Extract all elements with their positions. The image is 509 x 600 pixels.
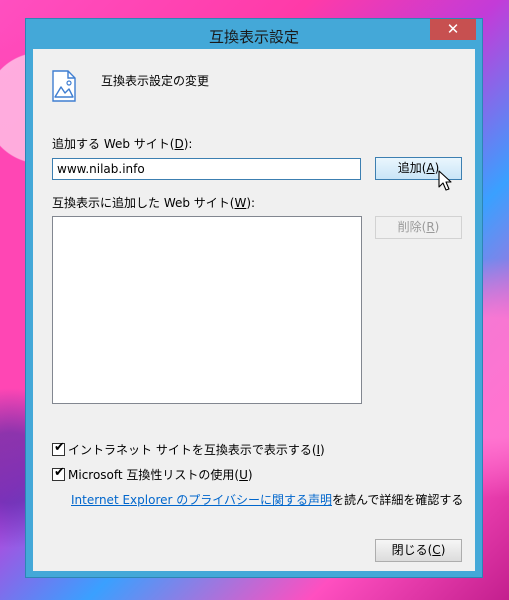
added-sites-label: 互換表示に追加した Web サイト(W):: [52, 196, 256, 210]
title-bar[interactable]: 互換表示設定 ✕: [26, 19, 482, 49]
close-button[interactable]: 閉じる(C): [375, 539, 462, 562]
privacy-link[interactable]: Internet Explorer のプライバシーに関する声明: [71, 493, 332, 507]
added-sites-list[interactable]: [52, 216, 362, 404]
intranet-checkbox-label: イントラネット サイトを互換表示で表示する(I): [68, 443, 325, 457]
privacy-suffix: を読んで詳細を確認する: [332, 493, 464, 507]
mouse-pointer-icon: [438, 170, 452, 191]
image-document-icon: [52, 70, 76, 102]
intranet-option[interactable]: ✔ イントラネット サイトを互換表示で表示する(I): [52, 440, 325, 457]
ms-list-option[interactable]: ✔ Microsoft 互換性リストの使用(U): [52, 465, 253, 482]
checkmark-icon: ✔: [54, 440, 65, 455]
ms-list-checkbox[interactable]: ✔: [52, 465, 65, 481]
remove-button[interactable]: 削除(R): [375, 216, 462, 239]
close-window-button[interactable]: ✕: [430, 19, 476, 40]
intranet-checkbox[interactable]: ✔: [52, 440, 65, 456]
checkmark-icon: ✔: [54, 465, 65, 480]
privacy-statement: Internet Explorer のプライバシーに関する声明を読んで詳細を確認…: [71, 491, 463, 508]
window-title: 互換表示設定: [208, 28, 299, 46]
add-site-label: 追加する Web サイト(D):: [52, 137, 193, 151]
dialog-heading: 互換表示設定の変更: [101, 74, 210, 88]
website-input[interactable]: www.nilab.info: [52, 158, 361, 180]
dialog-window: 互換表示設定 ✕ 互換表示設定の変更 追加する Web サイト(D): www.…: [25, 18, 483, 578]
ms-list-checkbox-label: Microsoft 互換性リストの使用(U): [68, 468, 253, 482]
dialog-content: 互換表示設定の変更 追加する Web サイト(D): www.nilab.inf…: [33, 49, 475, 571]
